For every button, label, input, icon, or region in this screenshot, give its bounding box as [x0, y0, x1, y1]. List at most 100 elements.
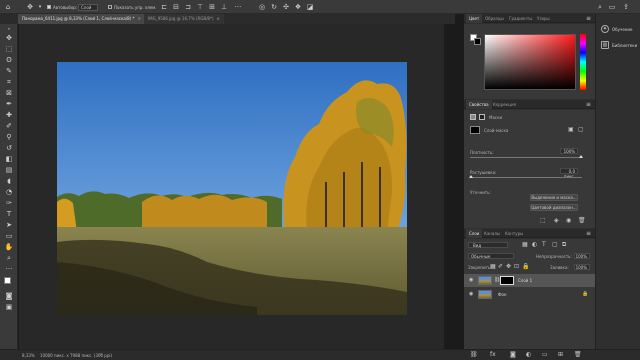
type-tool-icon[interactable]: T [4, 210, 14, 218]
frame-tool-icon[interactable]: ⊠ [4, 89, 14, 97]
lock-position-icon[interactable]: ✥ [506, 263, 511, 270]
tab-panorama[interactable]: Панорама_6411.jpg @ 8,33% (Слой 1, Слой-… [18, 14, 145, 24]
density-field[interactable]: 100% [560, 148, 578, 154]
feather-slider[interactable] [470, 177, 582, 178]
adjustment-layer-icon[interactable]: ◐ [526, 351, 531, 358]
eye-icon[interactable]: ◉ [469, 278, 475, 283]
lock-transparent-icon[interactable]: ▦ [490, 263, 496, 270]
layer-row-background[interactable]: ◉ Фон 🔒 [464, 288, 595, 301]
tab-adjustments[interactable]: Коррекция [490, 100, 519, 109]
zoom-level[interactable]: 8,33% [22, 353, 35, 358]
eye-icon[interactable]: ◉ [469, 292, 475, 297]
document-image[interactable] [57, 62, 407, 315]
checkbox-icon[interactable] [108, 5, 112, 9]
scale-3d-icon[interactable]: ◪ [306, 3, 314, 11]
zoom-tool-icon[interactable]: ⌕ [4, 254, 14, 262]
link-layers-icon[interactable]: ⛓ [470, 351, 478, 358]
auto-select-dropdown[interactable]: Слой [78, 3, 99, 11]
clone-stamp-icon[interactable]: ⚲ [4, 133, 14, 141]
apply-mask-icon[interactable]: ◈ [554, 217, 559, 224]
visibility-icon[interactable]: ◉ [566, 217, 571, 224]
align-right-icon[interactable]: ⊐ [184, 3, 192, 11]
panel-menu-icon[interactable]: ≡ [586, 101, 591, 108]
screen-mode-icon[interactable]: ▣ [4, 303, 14, 311]
vector-mask-icon[interactable]: ▢ [578, 126, 584, 133]
layer-mask-icon[interactable] [479, 114, 485, 120]
pixel-mask-icon[interactable] [470, 114, 476, 120]
hue-slider[interactable] [580, 34, 586, 90]
share-icon[interactable]: ⇪ [622, 3, 630, 11]
fill-field[interactable]: 100% [574, 264, 590, 270]
lasso-tool-icon[interactable]: ʘ [4, 56, 14, 64]
shape-tool-icon[interactable]: ▭ [4, 232, 14, 240]
hand-tool-icon[interactable]: ✋ [4, 243, 14, 251]
collapse-icon[interactable]: » [4, 26, 14, 34]
layer-filter-kind[interactable]: Вид [468, 242, 508, 248]
dock-libraries[interactable]: ▥ Библиотеки [598, 38, 639, 52]
move-tool-icon[interactable]: ✥ [4, 34, 14, 42]
color-picker-field[interactable] [484, 34, 576, 90]
fx-icon[interactable]: fx [490, 351, 496, 358]
align-bottom-icon[interactable]: ⊥ [220, 3, 228, 11]
add-mask-icon[interactable]: ◙ [510, 351, 516, 358]
home-icon[interactable]: ⌂ [4, 3, 12, 11]
layer-mask-thumbnail[interactable] [500, 276, 514, 285]
color-range-button[interactable]: Цветовой диапазон... [530, 204, 578, 211]
quick-select-icon[interactable]: ✎ [4, 67, 14, 75]
pan-3d-icon[interactable]: ✣ [282, 3, 290, 11]
tab-color[interactable]: Цвет [466, 14, 483, 23]
tab-properties[interactable]: Свойства [466, 100, 492, 109]
panel-menu-icon[interactable]: ≡ [586, 15, 591, 22]
trash-icon[interactable]: 🗑 [574, 351, 582, 358]
tab-paths[interactable]: Контуры [502, 229, 526, 238]
feather-field[interactable]: 0,0 пикс. [560, 168, 578, 179]
move-tool-icon[interactable]: ✥ [26, 3, 34, 11]
tab-gradients[interactable]: Градиенты [506, 14, 535, 23]
3d-mode-icon[interactable]: ◎ [258, 3, 266, 11]
feather-slider-thumb[interactable] [469, 175, 473, 178]
history-brush-icon[interactable]: ↺ [4, 144, 14, 152]
lock-artboard-icon[interactable]: ⊡ [514, 263, 519, 270]
layer-row-layer1[interactable]: ◉ ⛓ Слой 1 [464, 274, 595, 287]
group-folder-icon[interactable]: ▭ [542, 351, 548, 358]
density-slider[interactable] [470, 157, 582, 158]
slide-3d-icon[interactable]: ❖ [294, 3, 302, 11]
lock-all-icon[interactable]: 🔒 [522, 263, 529, 270]
filter-pixel-icon[interactable]: ▦ [522, 241, 528, 248]
checkbox-icon[interactable] [47, 5, 51, 9]
pen-tool-icon[interactable]: ✑ [4, 199, 14, 207]
align-middle-icon[interactable]: ⊞ [208, 3, 216, 11]
marquee-tool-icon[interactable]: ⬚ [4, 45, 14, 53]
close-icon[interactable]: × [217, 16, 220, 21]
gradient-tool-icon[interactable]: ▤ [4, 166, 14, 174]
auto-select-checkbox[interactable]: Автовыбор: [47, 3, 77, 11]
load-selection-icon[interactable]: ⬚ [540, 217, 546, 224]
blend-mode-select[interactable]: Обычные [468, 253, 514, 259]
workspace-icon[interactable]: ▭ [608, 3, 616, 11]
show-controls-checkbox[interactable]: Показать упр. элем. [108, 3, 156, 11]
eyedropper-icon[interactable]: ✒ [4, 100, 14, 108]
tab-swatches[interactable]: Образцы [482, 14, 507, 23]
close-icon[interactable]: × [138, 16, 141, 21]
lock-image-icon[interactable]: ✐ [498, 263, 503, 270]
align-center-icon[interactable]: ⊟ [172, 3, 180, 11]
tab-channels[interactable]: Каналы [481, 229, 503, 238]
chevron-down-icon[interactable]: ▾ [36, 3, 44, 11]
select-and-mask-button[interactable]: Выделение и маска... [530, 194, 578, 201]
select-pixel-mask-icon[interactable]: ▣ [568, 126, 574, 133]
filter-adjustment-icon[interactable]: ◐ [532, 241, 537, 248]
rotate-3d-icon[interactable]: ↻ [270, 3, 278, 11]
align-left-icon[interactable]: ⊏ [160, 3, 168, 11]
foreground-color-swatch[interactable] [4, 277, 11, 284]
dodge-tool-icon[interactable]: ◔ [4, 188, 14, 196]
path-select-icon[interactable]: ➤ [4, 221, 14, 229]
tab-patterns[interactable]: Узоры [534, 14, 553, 23]
align-top-icon[interactable]: ⊤ [196, 3, 204, 11]
blur-tool-icon[interactable]: ◖ [4, 177, 14, 185]
more-tools-icon[interactable]: ··· [4, 265, 14, 273]
dock-learn[interactable]: ✦ Обучение [598, 22, 639, 36]
opacity-field[interactable]: 100% [574, 253, 590, 259]
brush-tool-icon[interactable]: ✐ [4, 122, 14, 130]
search-icon[interactable]: ⌕ [596, 3, 604, 11]
eraser-tool-icon[interactable]: ◧ [4, 155, 14, 163]
